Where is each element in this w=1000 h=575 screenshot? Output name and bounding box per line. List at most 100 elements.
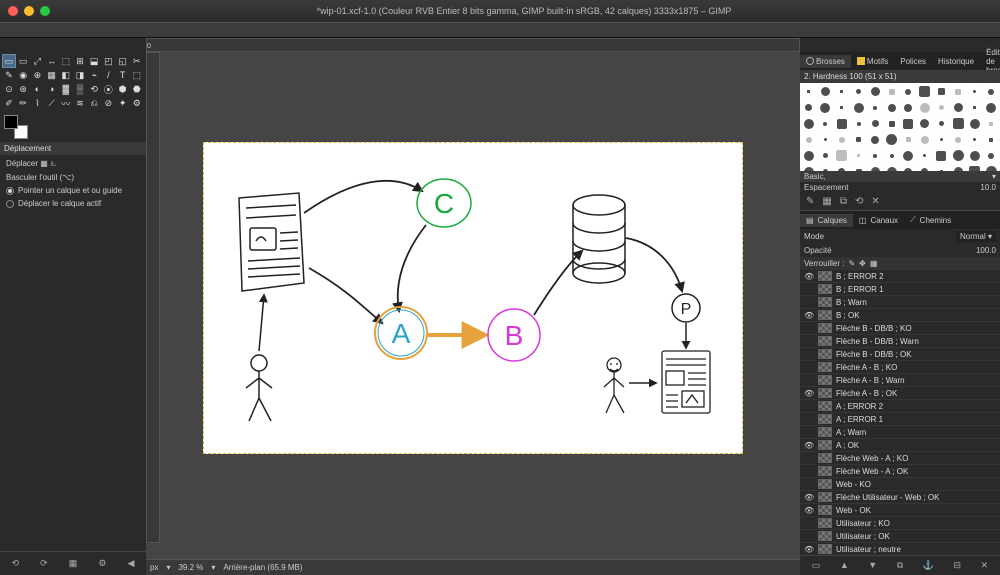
dock-tab[interactable]: Polices (894, 55, 932, 68)
layer-row[interactable]: Flèche A - B ; KO (800, 361, 1000, 374)
layer-row[interactable]: Flèche A - B ; Warn (800, 374, 1000, 387)
brush-cell[interactable] (851, 164, 867, 171)
zoom-level[interactable]: 39.2 % (178, 563, 203, 572)
brush-cell[interactable] (983, 148, 999, 163)
brush-cell[interactable] (983, 132, 999, 147)
brush-cell[interactable] (983, 84, 999, 99)
tool-8[interactable]: ◱ (116, 54, 130, 68)
layer-row[interactable]: B ; Warn (800, 296, 1000, 309)
horizontal-ruler[interactable]: 0 (146, 38, 800, 52)
brush-cell[interactable] (801, 148, 817, 163)
brush-cell[interactable] (834, 132, 850, 147)
tool-13[interactable]: ▦ (45, 68, 59, 82)
layer-row[interactable]: A ; Warn (800, 426, 1000, 439)
brush-cell[interactable] (801, 132, 817, 147)
toolopt-footer-icon[interactable]: ▦ (69, 558, 78, 569)
brush-cell[interactable] (967, 164, 983, 171)
brush-cell[interactable] (950, 116, 966, 131)
tool-24[interactable]: ▓ (59, 82, 73, 96)
layer-action-icon[interactable]: ⊟ (954, 560, 962, 571)
brush-cell[interactable] (967, 116, 983, 131)
lock-position-icon[interactable]: ✥ (859, 259, 866, 268)
brush-cell[interactable] (867, 116, 883, 131)
tool-37[interactable]: ⊘ (101, 96, 115, 110)
visibility-toggle[interactable]: 👁 (804, 493, 814, 502)
layer-row[interactable]: 👁Flèche Utilisateur - Web ; OK (800, 491, 1000, 504)
brush-cell[interactable] (851, 116, 867, 131)
tool-28[interactable]: ⬢ (116, 82, 130, 96)
brush-cell[interactable] (950, 148, 966, 163)
dock-tab[interactable]: ⟋Chemins (904, 213, 957, 227)
dock-tab[interactable]: Historique (932, 55, 980, 68)
layer-action-icon[interactable]: ⚓ (923, 560, 934, 571)
brush-cell[interactable] (867, 100, 883, 115)
layer-action-icon[interactable]: ✕ (981, 560, 989, 571)
brush-cell[interactable] (917, 132, 933, 147)
tool-32[interactable]: ⌇ (30, 96, 44, 110)
dock-tab[interactable]: Brosses (800, 55, 851, 68)
tool-16[interactable]: ⌁ (87, 68, 101, 82)
tool-18[interactable]: T (116, 68, 130, 82)
layer-row[interactable]: Flèche B - DB/B ; Warn (800, 335, 1000, 348)
brush-cell[interactable] (801, 100, 817, 115)
brush-action-icon[interactable]: ⟲ (855, 196, 863, 207)
layer-row[interactable]: 👁B ; ERROR 2 (800, 270, 1000, 283)
brush-cell[interactable] (967, 132, 983, 147)
foreground-color[interactable] (4, 115, 18, 129)
layer-row[interactable]: Flèche B - DB/B ; OK (800, 348, 1000, 361)
brush-cell[interactable] (851, 100, 867, 115)
brush-cell[interactable] (900, 132, 916, 147)
tool-35[interactable]: ≋ (73, 96, 87, 110)
vertical-ruler[interactable] (146, 52, 160, 543)
tool-29[interactable]: ⬣ (130, 82, 144, 96)
brush-cell[interactable] (900, 84, 916, 99)
tool-17[interactable]: / (101, 68, 115, 82)
layer-row[interactable]: 👁Web - OK (800, 504, 1000, 517)
brush-cell[interactable] (851, 132, 867, 147)
toolopt-footer-icon[interactable]: ⚙ (98, 558, 106, 569)
tool-39[interactable]: ⚙ (130, 96, 144, 110)
tool-36[interactable]: ⎌ (87, 96, 101, 110)
brush-cell[interactable] (983, 164, 999, 171)
brush-cell[interactable] (884, 100, 900, 115)
tool-30[interactable]: ✐ (2, 96, 16, 110)
brush-cell[interactable] (917, 148, 933, 163)
brush-cell[interactable] (867, 84, 883, 99)
visibility-toggle[interactable]: 👁 (804, 545, 814, 554)
brush-cell[interactable] (818, 132, 834, 147)
lock-pixels-icon[interactable]: ✎ (848, 259, 855, 268)
toolopt-footer-icon[interactable]: ⟲ (12, 558, 20, 569)
tool-1[interactable]: ▭ (16, 54, 30, 68)
tool-3[interactable]: ↔ (45, 54, 59, 68)
toolopt-footer-icon[interactable]: ◀ (128, 558, 135, 569)
tool-33[interactable]: ⟋ (45, 96, 59, 110)
brush-action-icon[interactable]: ✎ (806, 196, 814, 207)
tool-0[interactable]: ▭ (2, 54, 16, 68)
tool-21[interactable]: ⊛ (16, 82, 30, 96)
brush-cell[interactable] (950, 132, 966, 147)
brush-grid[interactable] (800, 83, 1000, 171)
brush-cell[interactable] (934, 132, 950, 147)
brush-cell[interactable] (818, 148, 834, 163)
brush-cell[interactable] (818, 100, 834, 115)
layer-row[interactable]: Utilisateur ; KO (800, 517, 1000, 530)
brush-cell[interactable] (801, 84, 817, 99)
layer-action-icon[interactable]: ▲ (840, 560, 849, 571)
brush-cell[interactable] (917, 116, 933, 131)
brush-cell[interactable] (801, 116, 817, 131)
brush-cell[interactable] (967, 84, 983, 99)
brush-cell[interactable] (950, 164, 966, 171)
tool-31[interactable]: ✏ (16, 96, 30, 110)
tool-4[interactable]: ⬚ (59, 54, 73, 68)
brush-cell[interactable] (934, 116, 950, 131)
brush-action-icon[interactable]: ▦ (822, 196, 831, 207)
layer-row[interactable]: 👁Utilisateur ; neutre (800, 543, 1000, 555)
layer-row[interactable]: 👁A ; OK (800, 439, 1000, 452)
brush-cell[interactable] (867, 132, 883, 147)
tool-7[interactable]: ◰ (101, 54, 115, 68)
tool-14[interactable]: ◧ (59, 68, 73, 82)
tool-6[interactable]: ⬓ (87, 54, 101, 68)
brush-cell[interactable] (934, 84, 950, 99)
tool-22[interactable]: ◐ (30, 82, 44, 96)
brush-cell[interactable] (884, 148, 900, 163)
